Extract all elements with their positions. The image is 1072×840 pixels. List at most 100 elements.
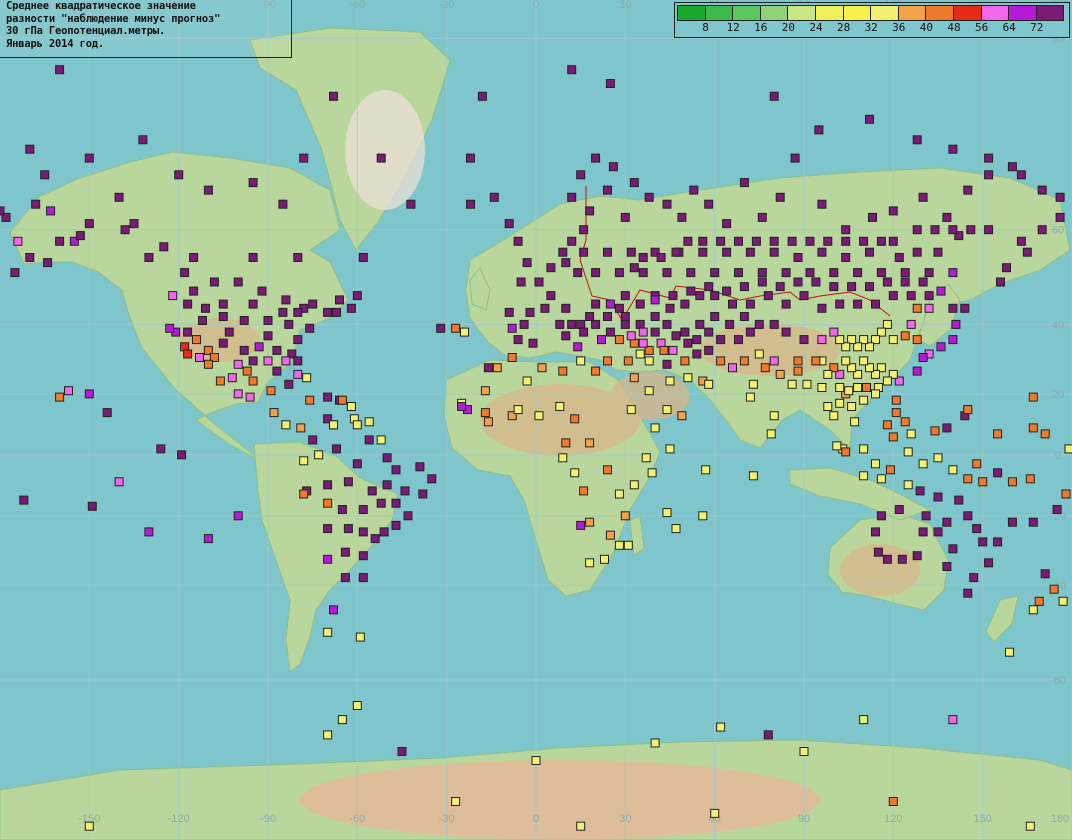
- legend-swatch: [732, 5, 761, 21]
- longitude-tick-label: -30: [439, 813, 455, 825]
- station-marker: [614, 489, 624, 499]
- station-marker: [710, 312, 720, 321]
- station-marker: [603, 312, 612, 321]
- station-marker: [921, 511, 931, 521]
- station-marker: [793, 356, 803, 366]
- station-marker: [507, 353, 517, 362]
- station-marker: [972, 459, 982, 469]
- station-marker: [436, 323, 446, 333]
- station-marker: [55, 236, 65, 246]
- station-marker: [698, 511, 708, 521]
- station-marker: [352, 291, 362, 301]
- station-marker: [332, 444, 341, 454]
- station-marker: [620, 511, 630, 521]
- station-marker: [546, 291, 556, 301]
- station-marker: [1052, 505, 1062, 514]
- station-marker: [900, 331, 910, 341]
- station-marker: [894, 253, 904, 262]
- station-marker: [924, 303, 934, 313]
- station-marker: [963, 405, 973, 415]
- station-marker: [918, 192, 928, 202]
- station-marker: [629, 373, 639, 383]
- station-marker: [245, 392, 255, 402]
- station-marker: [585, 206, 595, 216]
- station-marker: [323, 480, 333, 490]
- station-marker: [876, 268, 886, 278]
- longitude-tick-label: 30: [619, 0, 631, 11]
- legend-swatch: [814, 5, 844, 21]
- station-marker: [1037, 185, 1047, 195]
- station-marker: [900, 277, 910, 287]
- station-marker: [710, 268, 720, 278]
- station-marker: [248, 253, 258, 262]
- station-marker: [227, 373, 237, 383]
- station-marker: [382, 453, 392, 463]
- station-marker: [873, 547, 883, 557]
- station-marker: [591, 268, 601, 278]
- station-marker: [748, 471, 758, 481]
- station-marker: [263, 356, 273, 366]
- station-marker: [626, 405, 636, 415]
- station-marker: [293, 335, 303, 345]
- station-marker: [620, 291, 630, 301]
- station-marker: [215, 376, 225, 386]
- station-marker: [203, 359, 213, 369]
- station-marker: [254, 342, 264, 352]
- station-marker: [704, 282, 714, 292]
- station-marker: [859, 395, 869, 405]
- station-marker: [948, 268, 958, 278]
- station-marker: [308, 435, 318, 445]
- station-marker: [605, 79, 615, 88]
- legend-label: 12: [726, 21, 740, 34]
- station-marker: [25, 253, 35, 262]
- station-marker: [335, 295, 344, 305]
- station-marker: [650, 295, 660, 305]
- station-marker: [0, 206, 5, 216]
- station-marker: [775, 192, 785, 202]
- station-marker: [537, 363, 547, 373]
- station-marker: [55, 65, 65, 75]
- station-marker: [638, 268, 648, 278]
- station-marker: [323, 627, 333, 637]
- station-marker: [534, 411, 544, 421]
- station-marker: [323, 498, 333, 508]
- station-marker: [918, 527, 928, 537]
- legend-label: 20: [781, 21, 796, 34]
- longitude-tick-label: -60: [349, 813, 365, 825]
- station-marker: [650, 423, 660, 433]
- station-marker: [180, 268, 190, 278]
- station-marker: [722, 286, 732, 296]
- station-marker: [677, 411, 687, 421]
- station-marker: [701, 465, 711, 475]
- station-marker: [930, 426, 940, 436]
- station-marker: [397, 747, 407, 756]
- latitude-tick-label: -60: [1050, 675, 1066, 687]
- legend-label: 64: [1002, 21, 1016, 34]
- legend-label: 36: [892, 21, 906, 34]
- latitude-tick-label: 60: [1052, 225, 1064, 237]
- station-marker: [638, 338, 648, 348]
- station-marker: [579, 327, 589, 337]
- station-marker: [218, 299, 228, 309]
- station-marker: [716, 356, 726, 366]
- station-marker: [516, 277, 526, 287]
- station-marker: [906, 291, 916, 301]
- station-marker: [984, 558, 994, 568]
- station-marker: [540, 303, 550, 313]
- station-marker: [406, 199, 416, 209]
- station-marker: [993, 537, 1003, 547]
- title-line-1: Среднее квадратическое значение: [6, 0, 196, 12]
- station-marker: [930, 225, 940, 235]
- station-marker: [745, 247, 755, 257]
- station-marker: [841, 236, 851, 246]
- station-marker: [1016, 236, 1026, 246]
- station-marker: [745, 327, 755, 337]
- station-marker: [817, 199, 827, 209]
- legend-swatch: [870, 5, 899, 21]
- station-marker: [343, 477, 353, 487]
- station-marker: [769, 247, 779, 257]
- station-marker: [817, 303, 827, 313]
- station-marker: [466, 199, 475, 209]
- station-marker: [376, 498, 386, 508]
- station-marker: [114, 477, 124, 487]
